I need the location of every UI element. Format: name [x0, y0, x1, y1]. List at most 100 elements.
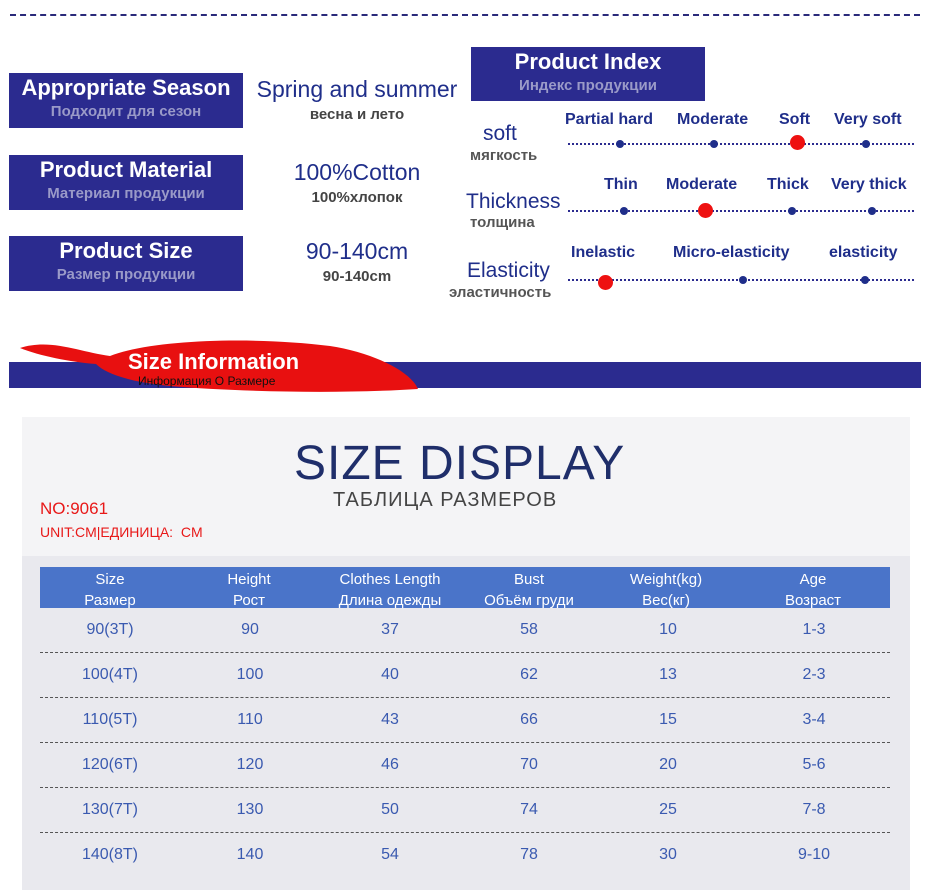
- thickness-option: Moderate: [666, 176, 738, 193]
- table-cell-age: 5-6: [802, 756, 826, 773]
- size-value: 90-140cm 90-140cm: [242, 236, 472, 288]
- thickness-marker: [788, 207, 796, 215]
- model-number: NO:9061: [40, 499, 109, 518]
- column-header-ru: Возраст: [784, 592, 842, 609]
- row-divider: [40, 652, 890, 653]
- table-cell-bust: 70: [520, 756, 538, 773]
- season-label-ru: Подходит для сезон: [50, 103, 202, 120]
- elasticity-label: Elasticity: [467, 259, 550, 282]
- column-header-age: Age Возраст: [743, 569, 883, 611]
- product-index-title: Product Index: [514, 49, 662, 74]
- size-label-en: Product Size: [59, 238, 193, 263]
- table-cell-height: 110: [237, 711, 263, 728]
- column-header-en: Height: [227, 571, 271, 588]
- softness-marker: [710, 140, 718, 148]
- table-cell-weight: 30: [659, 846, 677, 863]
- table-cell-size: 140(8T): [81, 846, 139, 863]
- softness-marker: [862, 140, 870, 148]
- elasticity-marker: [861, 276, 869, 284]
- season-value-ru: весна и лето: [309, 106, 405, 123]
- table-cell-age: 3-4: [802, 711, 826, 728]
- thickness-selected-marker: [698, 203, 713, 218]
- thickness-label-ru: толщина: [470, 214, 535, 231]
- table-cell-length: 37: [381, 621, 399, 638]
- unit-label: UNIT:CM|ЕДИНИЦА: CM: [40, 524, 203, 540]
- season-label-en: Appropriate Season: [21, 75, 231, 100]
- table-cell-weight: 10: [659, 621, 677, 638]
- elasticity-option: elasticity: [829, 244, 898, 261]
- table-cell-size: 100(4T): [81, 666, 139, 683]
- softness-marker: [616, 140, 624, 148]
- table-cell-height: 130: [236, 801, 264, 818]
- table-cell-bust: 62: [520, 666, 538, 683]
- season-value: Spring and summer весна и лето: [242, 74, 472, 126]
- season-value-en: Spring and summer: [256, 76, 458, 102]
- column-header-ru: Размер: [84, 592, 136, 609]
- table-cell-age: 9-10: [797, 846, 831, 863]
- softness-option: Soft: [779, 111, 811, 128]
- table-cell-weight: 25: [659, 801, 677, 818]
- size-display-subtitle: ТАБЛИЦА РАЗМЕРОВ: [333, 489, 558, 511]
- material-label-box: Product Material Материал продукции: [9, 155, 243, 210]
- thickness-option: Thin: [604, 176, 638, 193]
- table-cell-length: 50: [381, 801, 399, 818]
- table-cell-length: 43: [381, 711, 399, 728]
- product-index-box: Product Index Индекс продукции: [471, 47, 705, 101]
- softness-label-ru: мягкость: [470, 147, 538, 164]
- column-header-height: Height Рост: [179, 569, 319, 611]
- thickness-option: Thick: [767, 176, 809, 193]
- table-cell-size: 90(3T): [86, 621, 134, 638]
- table-cell-height: 140: [236, 846, 264, 863]
- size-label-ru: Размер продукции: [56, 266, 196, 283]
- column-header-ru: Длина одежды: [338, 592, 442, 609]
- table-cell-age: 1-3: [802, 621, 826, 638]
- column-header-bust: Bust Объём груди: [459, 569, 599, 611]
- softness-option: Partial hard: [565, 111, 654, 128]
- size-value-en: 90-140cm: [305, 238, 409, 264]
- column-header-en: Age: [799, 571, 827, 588]
- table-cell-age: 2-3: [802, 666, 826, 683]
- column-header-ru: Вес(кг): [642, 592, 690, 609]
- column-header-size: Size Размер: [40, 569, 180, 611]
- thickness-marker: [620, 207, 628, 215]
- column-header-length: Clothes Length Длина одежды: [320, 569, 460, 611]
- column-header-en: Clothes Length: [339, 571, 441, 588]
- size-info-title-ru: Информация О Размере: [138, 374, 276, 388]
- table-cell-bust: 58: [520, 621, 538, 638]
- material-value-en: 100%Cotton: [293, 159, 421, 185]
- softness-option: Very soft: [834, 111, 902, 128]
- softness-option: Moderate: [677, 111, 749, 128]
- material-value-ru: 100%хлопок: [311, 189, 403, 206]
- table-cell-size: 110(5T): [82, 711, 138, 728]
- elasticity-label-ru: эластичность: [449, 284, 552, 301]
- size-display-title: SIZE DISPLAY: [294, 437, 626, 490]
- row-divider: [40, 832, 890, 833]
- thickness-marker: [868, 207, 876, 215]
- material-label-ru: Материал продукции: [47, 185, 205, 202]
- table-cell-height: 100: [236, 666, 264, 683]
- column-header-ru: Рост: [232, 592, 266, 609]
- column-header-en: Size: [95, 571, 125, 588]
- elasticity-option: Micro-elasticity: [673, 244, 790, 261]
- table-cell-length: 40: [381, 666, 399, 683]
- table-cell-weight: 13: [659, 666, 677, 683]
- table-cell-size: 120(6T): [81, 756, 139, 773]
- material-label-en: Product Material: [39, 157, 213, 182]
- table-cell-bust: 78: [520, 846, 538, 863]
- row-divider: [40, 787, 890, 788]
- table-cell-height: 90: [241, 621, 259, 638]
- column-header-en: Bust: [513, 571, 544, 588]
- thickness-option: Very thick: [831, 176, 907, 193]
- row-divider: [40, 742, 890, 743]
- elasticity-marker: [739, 276, 747, 284]
- season-label-box: Appropriate Season Подходит для сезон: [9, 73, 243, 128]
- table-cell-age: 7-8: [802, 801, 826, 818]
- size-info-title: Size Information: [128, 349, 300, 374]
- table-cell-weight: 20: [659, 756, 677, 773]
- product-index-title-ru: Индекс продукции: [519, 77, 657, 94]
- table-cell-height: 120: [236, 756, 264, 773]
- column-header-ru: Объём груди: [484, 592, 574, 609]
- material-value: 100%Cotton 100%хлопок: [242, 157, 472, 209]
- softness-selected-marker: [790, 135, 805, 150]
- column-header-en: Weight(kg): [629, 571, 703, 588]
